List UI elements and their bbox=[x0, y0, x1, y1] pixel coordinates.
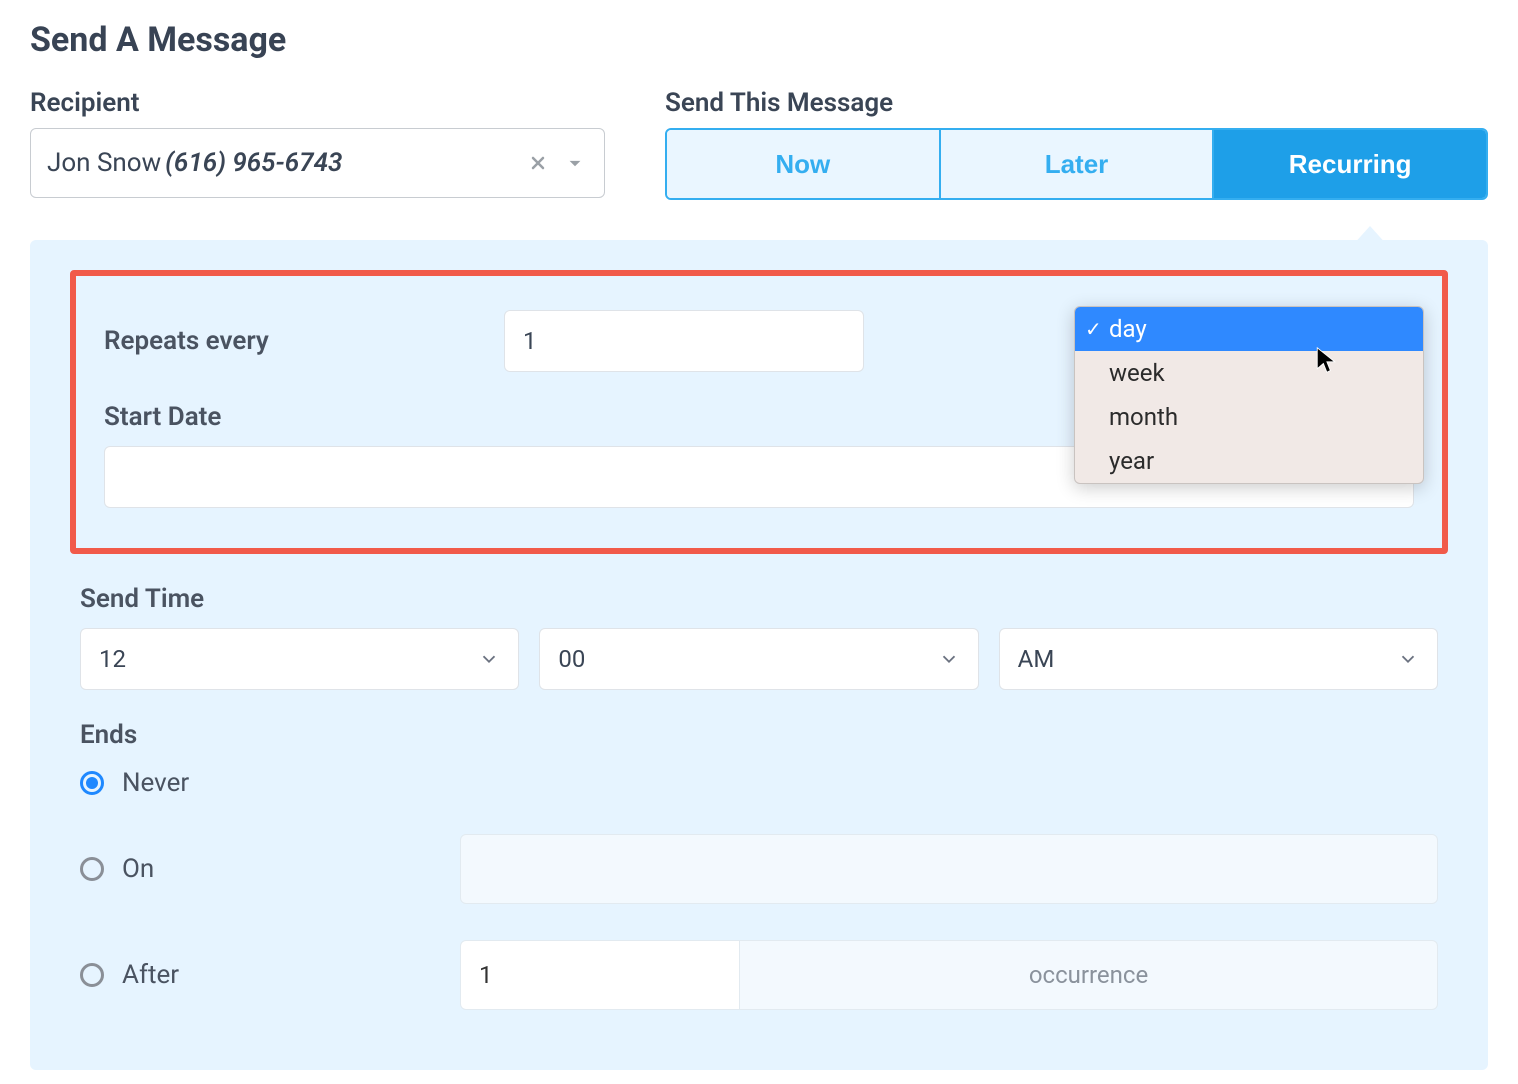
send-time-hour-value: 12 bbox=[99, 645, 126, 673]
repeat-unit-option-week[interactable]: week bbox=[1075, 351, 1423, 395]
send-now-button[interactable]: Now bbox=[667, 130, 941, 198]
send-recurring-button[interactable]: Recurring bbox=[1214, 130, 1486, 198]
send-mode-segmented: Now Later Recurring bbox=[665, 128, 1488, 200]
ends-never-label: Never bbox=[122, 768, 442, 798]
recipient-name: Jon Snow bbox=[47, 148, 161, 178]
chevron-down-icon[interactable] bbox=[562, 150, 588, 176]
chevron-down-icon bbox=[938, 648, 960, 670]
repeat-unit-option-day[interactable]: day bbox=[1075, 307, 1423, 351]
send-later-button[interactable]: Later bbox=[941, 130, 1215, 198]
ends-on-date-input[interactable] bbox=[460, 834, 1438, 904]
repeat-unit-option-month[interactable]: month bbox=[1075, 395, 1423, 439]
mouse-cursor-icon bbox=[1315, 346, 1337, 378]
repeats-every-label: Repeats every bbox=[104, 326, 484, 356]
ends-on-label: On bbox=[122, 854, 442, 884]
send-time-hour-select[interactable]: 12 bbox=[80, 628, 519, 690]
send-time-label: Send Time bbox=[80, 584, 1438, 614]
highlighted-region: Repeats every 1 Start Date day week mont… bbox=[70, 270, 1448, 554]
chevron-down-icon bbox=[1397, 648, 1419, 670]
recipient-value: Jon Snow (616) 965-6743 bbox=[47, 148, 342, 178]
page-title: Send A Message bbox=[30, 20, 1488, 60]
recipient-phone: (616) 965-6743 bbox=[165, 148, 342, 178]
clear-recipient-icon[interactable] bbox=[528, 153, 548, 173]
ends-after-radio[interactable] bbox=[80, 963, 104, 987]
repeats-count-input[interactable]: 1 bbox=[504, 310, 864, 372]
ends-after-unit: occurrence bbox=[740, 940, 1438, 1010]
recurring-panel: Repeats every 1 Start Date day week mont… bbox=[30, 240, 1488, 1070]
send-time-minute-select[interactable]: 00 bbox=[539, 628, 978, 690]
chevron-down-icon bbox=[478, 648, 500, 670]
recipient-select[interactable]: Jon Snow (616) 965-6743 bbox=[30, 128, 605, 198]
repeat-unit-dropdown[interactable]: day week month year bbox=[1074, 306, 1424, 484]
ends-label: Ends bbox=[80, 720, 1438, 750]
send-time-minute-value: 00 bbox=[558, 645, 585, 673]
ends-never-radio[interactable] bbox=[80, 771, 104, 795]
ends-after-count-input[interactable]: 1 bbox=[460, 940, 740, 1010]
recipient-label: Recipient bbox=[30, 88, 605, 118]
ends-on-radio[interactable] bbox=[80, 857, 104, 881]
send-time-ampm-select[interactable]: AM bbox=[999, 628, 1438, 690]
send-time-ampm-value: AM bbox=[1018, 645, 1055, 673]
ends-after-label: After bbox=[122, 960, 442, 990]
repeat-unit-option-year[interactable]: year bbox=[1075, 439, 1423, 483]
send-this-message-label: Send This Message bbox=[665, 88, 1488, 118]
